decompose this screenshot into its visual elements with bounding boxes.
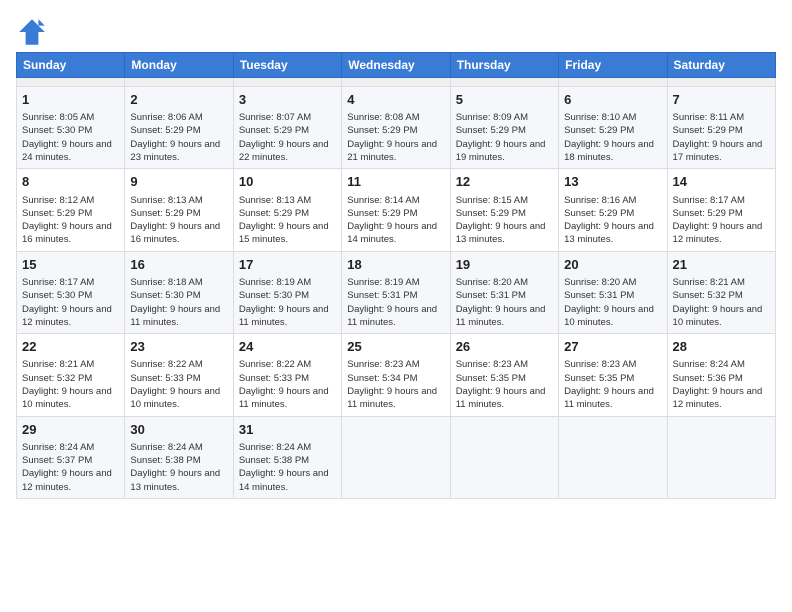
calendar-cell: 20Sunrise: 8:20 AMSunset: 5:31 PMDayligh… <box>559 251 667 333</box>
calendar-cell: 2Sunrise: 8:06 AMSunset: 5:29 PMDaylight… <box>125 87 233 169</box>
day-number: 18 <box>347 256 444 274</box>
calendar-table: SundayMondayTuesdayWednesdayThursdayFrid… <box>16 52 776 499</box>
week-row-2: 8Sunrise: 8:12 AMSunset: 5:29 PMDaylight… <box>17 169 776 251</box>
week-row-1: 1Sunrise: 8:05 AMSunset: 5:30 PMDaylight… <box>17 87 776 169</box>
calendar-cell: 23Sunrise: 8:22 AMSunset: 5:33 PMDayligh… <box>125 334 233 416</box>
calendar-cell: 4Sunrise: 8:08 AMSunset: 5:29 PMDaylight… <box>342 87 450 169</box>
calendar-cell: 12Sunrise: 8:15 AMSunset: 5:29 PMDayligh… <box>450 169 558 251</box>
day-number: 31 <box>239 421 336 439</box>
day-number: 6 <box>564 91 661 109</box>
calendar-cell: 7Sunrise: 8:11 AMSunset: 5:29 PMDaylight… <box>667 87 775 169</box>
day-number: 7 <box>673 91 770 109</box>
day-number: 13 <box>564 173 661 191</box>
week-row-4: 22Sunrise: 8:21 AMSunset: 5:32 PMDayligh… <box>17 334 776 416</box>
calendar-cell: 28Sunrise: 8:24 AMSunset: 5:36 PMDayligh… <box>667 334 775 416</box>
day-number: 12 <box>456 173 553 191</box>
calendar-cell <box>17 78 125 87</box>
day-number: 19 <box>456 256 553 274</box>
day-number: 29 <box>22 421 119 439</box>
calendar-cell: 10Sunrise: 8:13 AMSunset: 5:29 PMDayligh… <box>233 169 341 251</box>
calendar-cell: 5Sunrise: 8:09 AMSunset: 5:29 PMDaylight… <box>450 87 558 169</box>
calendar-cell: 22Sunrise: 8:21 AMSunset: 5:32 PMDayligh… <box>17 334 125 416</box>
calendar-cell <box>450 78 558 87</box>
calendar-cell: 8Sunrise: 8:12 AMSunset: 5:29 PMDaylight… <box>17 169 125 251</box>
calendar-cell <box>667 78 775 87</box>
day-number: 1 <box>22 91 119 109</box>
calendar-cell: 25Sunrise: 8:23 AMSunset: 5:34 PMDayligh… <box>342 334 450 416</box>
calendar-cell <box>559 416 667 498</box>
calendar-cell <box>342 78 450 87</box>
day-number: 25 <box>347 338 444 356</box>
week-row-3: 15Sunrise: 8:17 AMSunset: 5:30 PMDayligh… <box>17 251 776 333</box>
calendar-cell <box>125 78 233 87</box>
calendar-cell: 13Sunrise: 8:16 AMSunset: 5:29 PMDayligh… <box>559 169 667 251</box>
day-number: 3 <box>239 91 336 109</box>
calendar-cell: 16Sunrise: 8:18 AMSunset: 5:30 PMDayligh… <box>125 251 233 333</box>
day-number: 11 <box>347 173 444 191</box>
day-number: 5 <box>456 91 553 109</box>
calendar-cell: 6Sunrise: 8:10 AMSunset: 5:29 PMDaylight… <box>559 87 667 169</box>
header-saturday: Saturday <box>667 53 775 78</box>
day-number: 8 <box>22 173 119 191</box>
calendar-cell: 17Sunrise: 8:19 AMSunset: 5:30 PMDayligh… <box>233 251 341 333</box>
calendar-cell: 14Sunrise: 8:17 AMSunset: 5:29 PMDayligh… <box>667 169 775 251</box>
page-header <box>16 16 776 48</box>
calendar-cell: 18Sunrise: 8:19 AMSunset: 5:31 PMDayligh… <box>342 251 450 333</box>
day-number: 2 <box>130 91 227 109</box>
day-number: 9 <box>130 173 227 191</box>
day-number: 28 <box>673 338 770 356</box>
calendar-cell: 26Sunrise: 8:23 AMSunset: 5:35 PMDayligh… <box>450 334 558 416</box>
header-row: SundayMondayTuesdayWednesdayThursdayFrid… <box>17 53 776 78</box>
week-row-5: 29Sunrise: 8:24 AMSunset: 5:37 PMDayligh… <box>17 416 776 498</box>
day-number: 20 <box>564 256 661 274</box>
calendar-cell: 19Sunrise: 8:20 AMSunset: 5:31 PMDayligh… <box>450 251 558 333</box>
calendar-cell: 15Sunrise: 8:17 AMSunset: 5:30 PMDayligh… <box>17 251 125 333</box>
day-number: 21 <box>673 256 770 274</box>
header-friday: Friday <box>559 53 667 78</box>
header-thursday: Thursday <box>450 53 558 78</box>
day-number: 4 <box>347 91 444 109</box>
calendar-cell <box>559 78 667 87</box>
day-number: 26 <box>456 338 553 356</box>
day-number: 15 <box>22 256 119 274</box>
calendar-cell: 31Sunrise: 8:24 AMSunset: 5:38 PMDayligh… <box>233 416 341 498</box>
day-number: 24 <box>239 338 336 356</box>
calendar-cell: 30Sunrise: 8:24 AMSunset: 5:38 PMDayligh… <box>125 416 233 498</box>
day-number: 16 <box>130 256 227 274</box>
header-monday: Monday <box>125 53 233 78</box>
day-number: 17 <box>239 256 336 274</box>
logo <box>16 16 52 48</box>
header-sunday: Sunday <box>17 53 125 78</box>
header-wednesday: Wednesday <box>342 53 450 78</box>
header-tuesday: Tuesday <box>233 53 341 78</box>
week-row-0 <box>17 78 776 87</box>
calendar-cell: 1Sunrise: 8:05 AMSunset: 5:30 PMDaylight… <box>17 87 125 169</box>
calendar-cell: 9Sunrise: 8:13 AMSunset: 5:29 PMDaylight… <box>125 169 233 251</box>
calendar-cell: 27Sunrise: 8:23 AMSunset: 5:35 PMDayligh… <box>559 334 667 416</box>
calendar-cell <box>342 416 450 498</box>
calendar-cell: 29Sunrise: 8:24 AMSunset: 5:37 PMDayligh… <box>17 416 125 498</box>
logo-icon <box>16 16 48 48</box>
day-number: 27 <box>564 338 661 356</box>
calendar-cell <box>233 78 341 87</box>
day-number: 10 <box>239 173 336 191</box>
calendar-cell: 21Sunrise: 8:21 AMSunset: 5:32 PMDayligh… <box>667 251 775 333</box>
calendar-cell: 24Sunrise: 8:22 AMSunset: 5:33 PMDayligh… <box>233 334 341 416</box>
calendar-cell: 3Sunrise: 8:07 AMSunset: 5:29 PMDaylight… <box>233 87 341 169</box>
calendar-cell <box>450 416 558 498</box>
day-number: 22 <box>22 338 119 356</box>
calendar-cell: 11Sunrise: 8:14 AMSunset: 5:29 PMDayligh… <box>342 169 450 251</box>
day-number: 30 <box>130 421 227 439</box>
day-number: 23 <box>130 338 227 356</box>
day-number: 14 <box>673 173 770 191</box>
calendar-cell <box>667 416 775 498</box>
